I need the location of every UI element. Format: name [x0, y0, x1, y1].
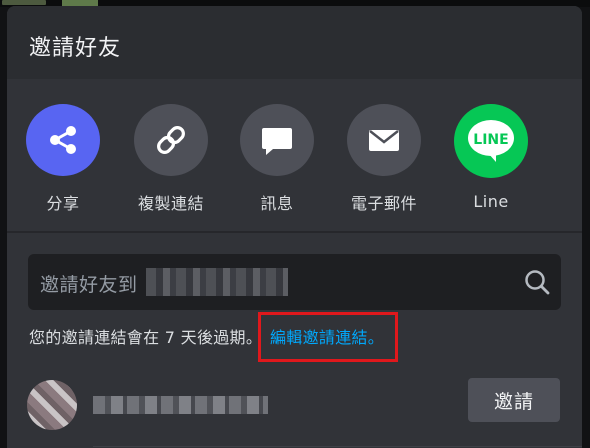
share-option-message[interactable]: 訊息 — [227, 104, 327, 214]
share-option-label: 分享 — [46, 194, 80, 213]
invite-friends-sheet: 邀請好友 分享 複製連結 訊息 電子郵件 LINE Line 邀請好友到 您的邀… — [7, 6, 582, 448]
search-icon[interactable] — [523, 268, 551, 296]
share-option-share[interactable]: 分享 — [13, 104, 113, 214]
share-option-label: 電子郵件 — [350, 194, 417, 213]
redacted-server-name — [146, 268, 288, 296]
sheet-header: 邀請好友 — [7, 6, 582, 79]
share-option-label: Line — [473, 192, 509, 211]
avatar — [27, 380, 77, 430]
share-option-label: 複製連結 — [137, 194, 204, 213]
mail-icon[interactable] — [347, 104, 421, 176]
expiry-text: 您的邀請連結會在 7 天後過期。 — [29, 328, 263, 347]
invite-expiry-notice: 您的邀請連結會在 7 天後過期。 — [29, 324, 262, 348]
friend-list-item: 邀請 — [7, 366, 582, 448]
share-option-copy-link[interactable]: 複製連結 — [121, 104, 221, 214]
message-icon[interactable] — [240, 104, 314, 176]
highlight-annotation — [258, 312, 398, 362]
share-options-row: 分享 複製連結 訊息 電子郵件 LINE Line — [7, 79, 582, 231]
share-option-label: 訊息 — [260, 194, 294, 213]
section-divider — [7, 231, 582, 233]
line-logo-icon[interactable]: LINE — [454, 104, 528, 178]
search-placeholder: 邀請好友到 — [40, 274, 138, 296]
share-option-line[interactable]: LINE Line — [441, 104, 541, 214]
sheet-title: 邀請好友 — [29, 36, 122, 61]
invite-button[interactable]: 邀請 — [468, 378, 560, 422]
background-thumbnail — [2, 0, 46, 5]
line-logo-text: LINE — [473, 132, 508, 148]
share-option-email[interactable]: 電子郵件 — [334, 104, 434, 214]
link-icon[interactable] — [134, 104, 208, 176]
share-icon[interactable] — [26, 104, 100, 176]
search-friends-input[interactable]: 邀請好友到 — [28, 254, 561, 310]
redacted-friend-name — [93, 396, 268, 414]
row-divider — [93, 446, 582, 447]
